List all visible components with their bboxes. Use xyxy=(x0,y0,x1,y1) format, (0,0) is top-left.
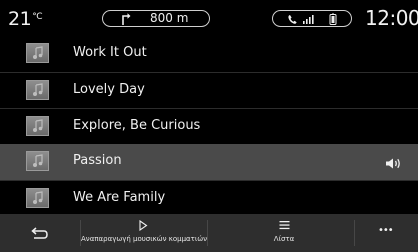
track-title: Passion xyxy=(73,153,122,168)
outside-temperature: 21°C xyxy=(8,8,42,30)
music-note-icon xyxy=(26,116,49,136)
track-row[interactable]: Work It Out xyxy=(0,36,418,72)
turn-right-arrow-icon xyxy=(120,11,132,29)
list-button[interactable]: Λίστα xyxy=(208,214,354,252)
play-tracks-button[interactable]: Αναπαραγωγή μουσικών κομματιών xyxy=(81,214,207,252)
signal-icon xyxy=(303,15,314,24)
list-icon xyxy=(279,221,290,230)
clock: 12:00 xyxy=(365,6,418,30)
track-title: We Are Family xyxy=(73,190,166,205)
track-list: Work It Out Lovely Day Explore, Be Curio… xyxy=(0,36,418,216)
more-options-button[interactable]: ••• xyxy=(355,214,418,252)
temperature-unit: °C xyxy=(32,12,42,22)
play-icon xyxy=(139,220,148,231)
temperature-value: 21 xyxy=(8,8,32,30)
music-note-icon xyxy=(26,80,49,100)
track-title: Lovely Day xyxy=(73,82,145,97)
navigation-distance: 800 m xyxy=(150,11,189,25)
battery-icon xyxy=(329,13,337,25)
back-button[interactable] xyxy=(0,214,80,252)
bottom-action-bar: Αναπαραγωγή μουσικών κομματιών Λίστα ••• xyxy=(0,214,418,252)
music-note-icon xyxy=(26,188,49,208)
speaker-icon xyxy=(385,155,403,174)
navigation-instruction[interactable]: 800 m xyxy=(102,10,210,27)
status-bar: 21°C 800 m 12:00 xyxy=(0,0,418,34)
back-arrow-icon xyxy=(31,227,48,239)
music-note-icon xyxy=(26,151,49,171)
more-icon: ••• xyxy=(378,225,394,236)
phone-status[interactable] xyxy=(272,10,352,27)
track-row[interactable]: We Are Family xyxy=(0,180,418,216)
track-row[interactable]: Lovely Day xyxy=(0,72,418,108)
track-row-active[interactable]: Passion xyxy=(0,144,418,180)
track-row[interactable]: Explore, Be Curious xyxy=(0,108,418,144)
play-tracks-label: Αναπαραγωγή μουσικών κομματιών xyxy=(80,235,208,243)
list-label: Λίστα xyxy=(273,235,295,243)
music-note-icon xyxy=(26,43,49,63)
phone-icon xyxy=(288,15,297,24)
track-title: Explore, Be Curious xyxy=(73,118,201,133)
track-title: Work It Out xyxy=(73,45,147,60)
